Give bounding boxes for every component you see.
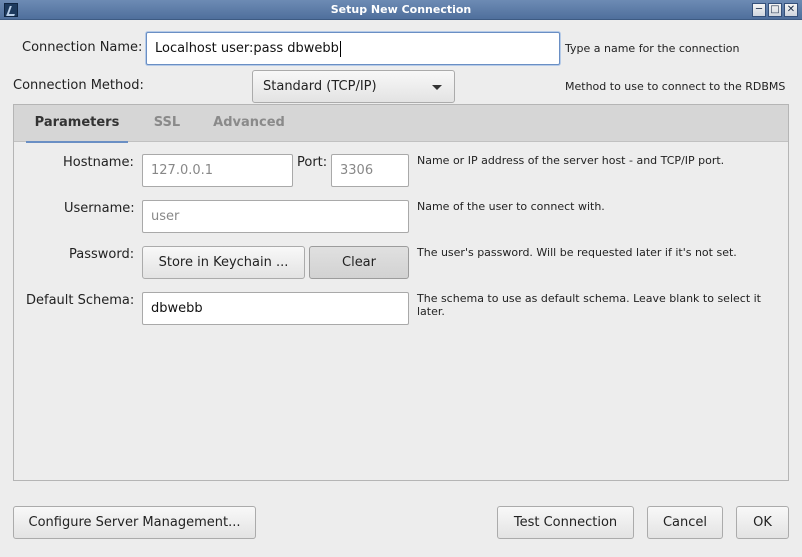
- connection-method-value: Standard (TCP/IP): [263, 79, 377, 94]
- hostname-label: Hostname:: [63, 155, 134, 170]
- store-in-keychain-button[interactable]: Store in Keychain ...: [142, 246, 305, 279]
- hostname-hint: Name or IP address of the server host - …: [417, 154, 725, 167]
- username-label: Username:: [64, 201, 135, 216]
- password-label: Password:: [69, 247, 135, 262]
- default-schema-hint: The schema to use as default schema. Lea…: [417, 292, 761, 318]
- connection-method-hint: Method to use to connect to the RDBMS: [565, 80, 786, 93]
- default-schema-label: Default Schema:: [26, 293, 135, 308]
- connection-name-label: Connection Name:: [22, 40, 143, 55]
- hostname-input[interactable]: 127.0.0.1: [142, 154, 293, 187]
- title-bar[interactable]: Setup New Connection ─ □ ✕: [0, 0, 802, 20]
- tab-parameters[interactable]: Parameters: [26, 105, 128, 143]
- cancel-button[interactable]: Cancel: [647, 506, 723, 539]
- port-label: Port:: [297, 155, 328, 170]
- setup-connection-dialog: Setup New Connection ─ □ ✕ Connection Na…: [0, 0, 802, 557]
- password-hint: The user's password. Will be requested l…: [417, 246, 737, 259]
- connection-name-input[interactable]: Localhost user:pass dbwebb: [146, 32, 560, 65]
- test-connection-button[interactable]: Test Connection: [497, 506, 634, 539]
- maximize-icon[interactable]: □: [768, 3, 782, 17]
- connection-name-value: Localhost user:pass dbwebb: [155, 41, 339, 56]
- minimize-icon[interactable]: ─: [752, 3, 766, 17]
- username-hint: Name of the user to connect with.: [417, 200, 605, 213]
- ok-button[interactable]: OK: [736, 506, 789, 539]
- tab-advanced[interactable]: Advanced: [206, 105, 292, 142]
- connection-name-hint: Type a name for the connection: [565, 42, 740, 55]
- default-schema-input[interactable]: dbwebb: [142, 292, 409, 325]
- text-caret: [339, 40, 341, 57]
- tab-bar: Parameters SSL Advanced: [14, 105, 788, 143]
- window-title: Setup New Connection: [330, 3, 472, 16]
- chevron-down-icon: [432, 85, 442, 90]
- close-icon[interactable]: ✕: [784, 3, 798, 17]
- connection-method-label: Connection Method:: [13, 78, 144, 93]
- configure-server-management-button[interactable]: Configure Server Management...: [13, 506, 256, 539]
- username-input[interactable]: user: [142, 200, 409, 233]
- connection-method-select[interactable]: Standard (TCP/IP): [252, 70, 455, 103]
- tab-ssl[interactable]: SSL: [146, 105, 188, 142]
- clear-password-button[interactable]: Clear: [309, 246, 409, 279]
- port-input[interactable]: 3306: [331, 154, 409, 187]
